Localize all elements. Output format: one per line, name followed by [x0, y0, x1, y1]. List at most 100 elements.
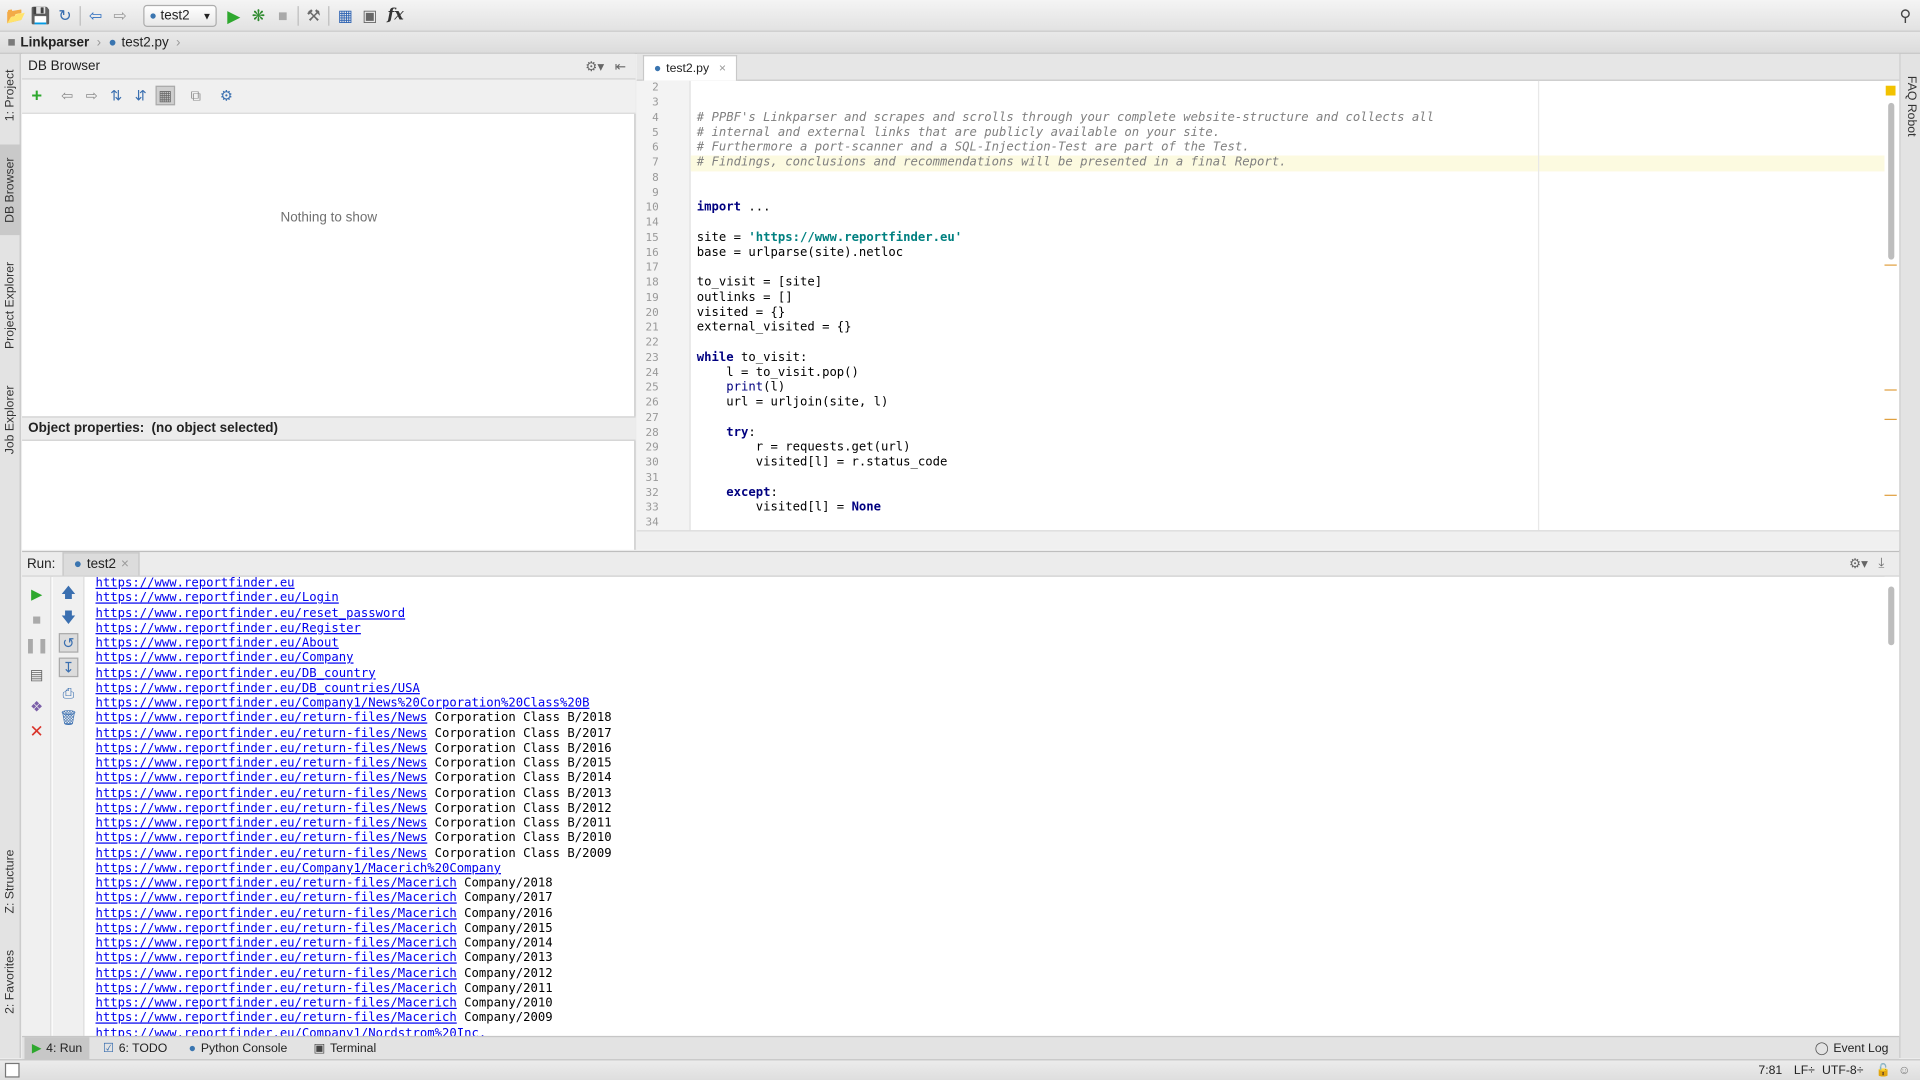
console-link[interactable]: https://www.reportfinder.eu/return-files… [96, 982, 457, 995]
console-scrollbar[interactable] [1884, 576, 1900, 1038]
run-icon[interactable]: ▶ [224, 5, 244, 27]
console-link[interactable]: https://www.reportfinder.eu/return-files… [96, 907, 457, 920]
close-run-icon[interactable]: ✕ [27, 721, 47, 741]
tab-db-browser[interactable]: DB Browser [0, 144, 21, 236]
save-icon[interactable]: 💾 [30, 5, 50, 27]
tab-terminal[interactable]: ▣ Terminal [306, 1037, 383, 1059]
console-link[interactable]: https://www.reportfinder.eu/Register [96, 622, 361, 635]
run-configuration-select[interactable]: ● test2 ▼ [143, 4, 217, 27]
console-link[interactable]: https://www.reportfinder.eu/return-files… [96, 817, 428, 830]
code-area[interactable]: # PPBF's Linkparser and scrapes and scro… [690, 81, 1885, 530]
plugin-icon[interactable]: ▣ [360, 5, 380, 27]
editor-scrollbar-thumb[interactable] [1888, 102, 1895, 260]
pin-down-icon[interactable]: ⤓ [1878, 556, 1884, 572]
console-link[interactable]: https://www.reportfinder.eu/return-files… [96, 802, 428, 815]
gear-icon[interactable]: ⚙▾ [1849, 556, 1868, 572]
tab-event-log[interactable]: ◯ Event Log [1807, 1037, 1895, 1059]
arrow-down-icon[interactable]: 🡇 [59, 608, 79, 629]
console-link[interactable]: https://www.reportfinder.eu/return-files… [96, 742, 428, 755]
collapse-all-icon[interactable]: ⇵ [131, 86, 151, 106]
console-link[interactable]: https://www.reportfinder.eu/Login [96, 592, 339, 605]
layout-icon[interactable]: ▤ [27, 665, 47, 685]
tab-todo[interactable]: ☑ 6: TODO [96, 1037, 175, 1059]
console-link[interactable]: https://www.reportfinder.eu/reset_passwo… [96, 607, 406, 620]
tab-job-explorer[interactable]: Job Explorer [0, 375, 21, 466]
editor-scrollbar[interactable] [1884, 80, 1900, 531]
inspector-icon[interactable]: ☺ [1898, 1063, 1911, 1079]
forward-arrow-icon[interactable]: ⇨ [110, 5, 130, 27]
back-icon[interactable]: ⇦ [58, 86, 78, 106]
forward-icon[interactable]: ⇨ [82, 86, 102, 106]
encoding-selector[interactable]: UTF-8÷ [1822, 1063, 1863, 1079]
hide-panel-icon[interactable]: ⇤ [615, 58, 626, 74]
console-link[interactable]: https://www.reportfinder.eu/DB_countries… [96, 682, 420, 695]
pin-icon[interactable]: ❖ [27, 697, 47, 717]
rerun-icon[interactable]: ▶ [27, 584, 47, 604]
settings-wrench-icon[interactable]: ⚒ [304, 5, 324, 27]
stop-icon[interactable]: ■ [273, 5, 293, 27]
gear-icon[interactable]: ⚙▾ [585, 58, 604, 74]
console-link[interactable]: https://www.reportfinder.eu/Company [96, 652, 354, 665]
tab-run[interactable]: ▶ 4: Run [24, 1037, 90, 1060]
tab-project[interactable]: 1: Project [0, 59, 21, 132]
console-link[interactable]: https://www.reportfinder.eu/return-files… [96, 967, 457, 980]
fx-function-icon[interactable]: fx [384, 5, 406, 27]
trash-icon[interactable]: 🗑 [59, 708, 79, 728]
tab-faq-robot[interactable]: FAQ Robot [1900, 64, 1920, 150]
console-link[interactable]: https://www.reportfinder.eu/return-files… [96, 952, 457, 965]
tab-project-explorer[interactable]: Project Explorer [0, 250, 21, 360]
console-link[interactable]: https://www.reportfinder.eu/return-files… [96, 847, 428, 860]
tool-windows-toggle-icon[interactable] [4, 1062, 20, 1078]
settings-icon[interactable]: ⚙ [217, 86, 237, 106]
console-link[interactable]: https://www.reportfinder.eu/return-files… [96, 922, 457, 935]
search-icon[interactable]: ⚲ [1896, 5, 1916, 27]
sync-icon[interactable]: ↻ [55, 5, 75, 27]
console-link[interactable]: https://www.reportfinder.eu/return-files… [96, 787, 428, 800]
stop-icon[interactable]: ■ [27, 610, 47, 630]
breadcrumb-file[interactable]: ● test2.py [101, 35, 176, 50]
tab-structure[interactable]: Z: Structure [0, 838, 21, 926]
console-link[interactable]: https://www.reportfinder.eu/return-files… [96, 832, 428, 845]
console-link[interactable]: https://www.reportfinder.eu/return-files… [96, 997, 457, 1010]
console-link[interactable]: https://www.reportfinder.eu/return-files… [96, 757, 428, 770]
console-link[interactable]: https://www.reportfinder.eu/return-files… [96, 937, 457, 950]
expand-all-icon[interactable]: ⇅ [107, 86, 127, 106]
tab-python-console[interactable]: ● Python Console [181, 1037, 294, 1059]
scroll-to-end-icon[interactable]: ↧ [58, 657, 79, 678]
console-link[interactable]: https://www.reportfinder.eu/return-files… [96, 892, 457, 905]
soft-wrap-icon[interactable]: ↺ [58, 633, 79, 653]
console-link[interactable]: https://www.reportfinder.eu/return-files… [96, 712, 428, 725]
console-link[interactable]: https://www.reportfinder.eu/return-files… [96, 877, 457, 890]
console-link[interactable]: https://www.reportfinder.eu/return-files… [96, 1012, 457, 1025]
run-tab-test2[interactable]: ● test2 × [62, 552, 140, 576]
debug-bug-icon[interactable]: ❋ [249, 5, 269, 27]
console-output[interactable]: https://www.reportfinder.eu https://www.r… [96, 577, 1884, 1037]
close-icon[interactable]: × [719, 62, 726, 75]
console-scrollbar-thumb[interactable] [1888, 586, 1895, 646]
cursor-position[interactable]: 7:81 [1758, 1063, 1782, 1079]
tab-favorites[interactable]: 2: Favorites [0, 938, 21, 1026]
console-link[interactable]: https://www.reportfinder.eu/About [96, 637, 339, 650]
lock-icon[interactable]: 🔓 [1876, 1063, 1891, 1079]
tab-test2-py[interactable]: ● test2.py × [642, 55, 738, 81]
console-link[interactable]: https://www.reportfinder.eu/Company1/New… [96, 697, 590, 710]
console-link[interactable]: https://www.reportfinder.eu/return-files… [96, 727, 428, 740]
filter-icon[interactable]: ▦ [155, 85, 176, 106]
console-link[interactable]: https://www.reportfinder.eu/return-files… [96, 772, 428, 785]
copy-icon[interactable]: ⧉ [186, 86, 206, 106]
breadcrumb-project[interactable]: ■ Linkparser [0, 35, 97, 50]
back-arrow-icon[interactable]: ⇦ [86, 5, 106, 27]
line-separator-selector[interactable]: LF÷ [1794, 1063, 1815, 1079]
console-link[interactable]: https://www.reportfinder.eu/DB_country [96, 667, 376, 680]
right-margin-guide [1537, 80, 1540, 531]
add-connection-icon[interactable]: + [27, 85, 47, 106]
open-folder-icon[interactable]: 📂 [6, 5, 26, 27]
arrow-up-icon[interactable]: 🡅 [59, 583, 79, 604]
console-text: Company/2010 [456, 996, 553, 1011]
print-icon[interactable]: ⎙ [59, 683, 79, 703]
console-link[interactable]: https://www.reportfinder.eu [96, 577, 295, 590]
close-icon[interactable]: × [121, 557, 129, 572]
pause-icon[interactable]: ❚❚ [24, 636, 49, 656]
console-link[interactable]: https://www.reportfinder.eu/Company1/Mac… [96, 862, 501, 875]
project-structure-icon[interactable]: ▦ [336, 5, 356, 27]
